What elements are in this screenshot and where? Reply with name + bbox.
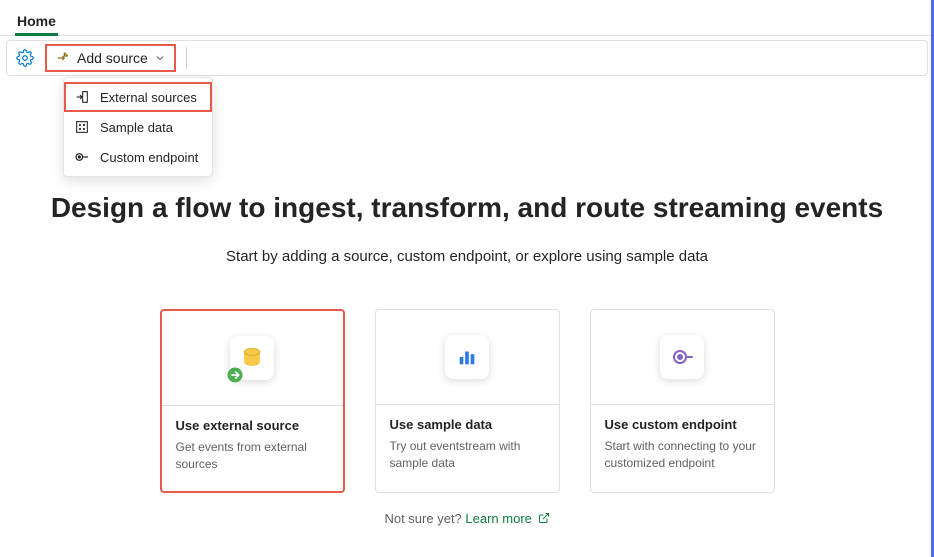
card-description: Try out eventstream with sample data — [390, 438, 545, 472]
add-source-button[interactable]: Add source — [45, 44, 176, 72]
external-link-icon — [538, 512, 550, 524]
sample-data-icon — [74, 119, 90, 135]
custom-endpoint-icon — [74, 149, 90, 165]
dropdown-item-label: Sample data — [100, 120, 173, 135]
page-heading: Design a flow to ingest, transform, and … — [0, 192, 934, 224]
card-title: Use custom endpoint — [605, 417, 760, 432]
footer-prompt: Not sure yet? — [384, 511, 465, 526]
dropdown-item-external-sources[interactable]: External sources — [64, 82, 212, 112]
toolbar: Add source — [6, 40, 928, 76]
card-sample-data[interactable]: Use sample data Try out eventstream with… — [375, 309, 560, 493]
card-external-source[interactable]: Use external source Get events from exte… — [160, 309, 345, 493]
card-title: Use sample data — [390, 417, 545, 432]
card-title: Use external source — [176, 418, 329, 433]
gear-icon[interactable] — [15, 48, 35, 68]
footer-text: Not sure yet? Learn more — [0, 511, 934, 526]
card-custom-endpoint[interactable]: Use custom endpoint Start with connectin… — [590, 309, 775, 493]
card-icon-area — [376, 310, 559, 405]
add-source-dropdown: External sources Sample data Custom endp… — [63, 77, 213, 177]
chevron-down-icon — [154, 52, 166, 64]
card-body: Use external source Get events from exte… — [162, 406, 343, 491]
add-source-icon — [55, 50, 71, 66]
card-body: Use sample data Try out eventstream with… — [376, 405, 559, 490]
card-description: Start with connecting to your customized… — [605, 438, 760, 472]
database-arrow-icon — [230, 336, 274, 380]
dropdown-item-custom-endpoint[interactable]: Custom endpoint — [64, 142, 212, 172]
dropdown-item-sample-data[interactable]: Sample data — [64, 112, 212, 142]
learn-more-link[interactable]: Learn more — [465, 511, 549, 526]
card-body: Use custom endpoint Start with connectin… — [591, 405, 774, 490]
dropdown-item-label: Custom endpoint — [100, 150, 198, 165]
cards-row: Use external source Get events from exte… — [0, 309, 934, 493]
page-subtitle: Start by adding a source, custom endpoin… — [0, 248, 934, 265]
card-description: Get events from external sources — [176, 439, 329, 473]
tab-bar: Home — [0, 0, 934, 36]
tab-home[interactable]: Home — [15, 5, 58, 36]
dropdown-item-label: External sources — [100, 90, 197, 105]
bar-chart-icon — [445, 335, 489, 379]
external-sources-icon — [74, 89, 90, 105]
toolbar-divider — [186, 47, 187, 69]
card-icon-area — [591, 310, 774, 405]
card-icon-area — [162, 311, 343, 406]
endpoint-icon — [660, 335, 704, 379]
add-source-label: Add source — [77, 50, 148, 66]
